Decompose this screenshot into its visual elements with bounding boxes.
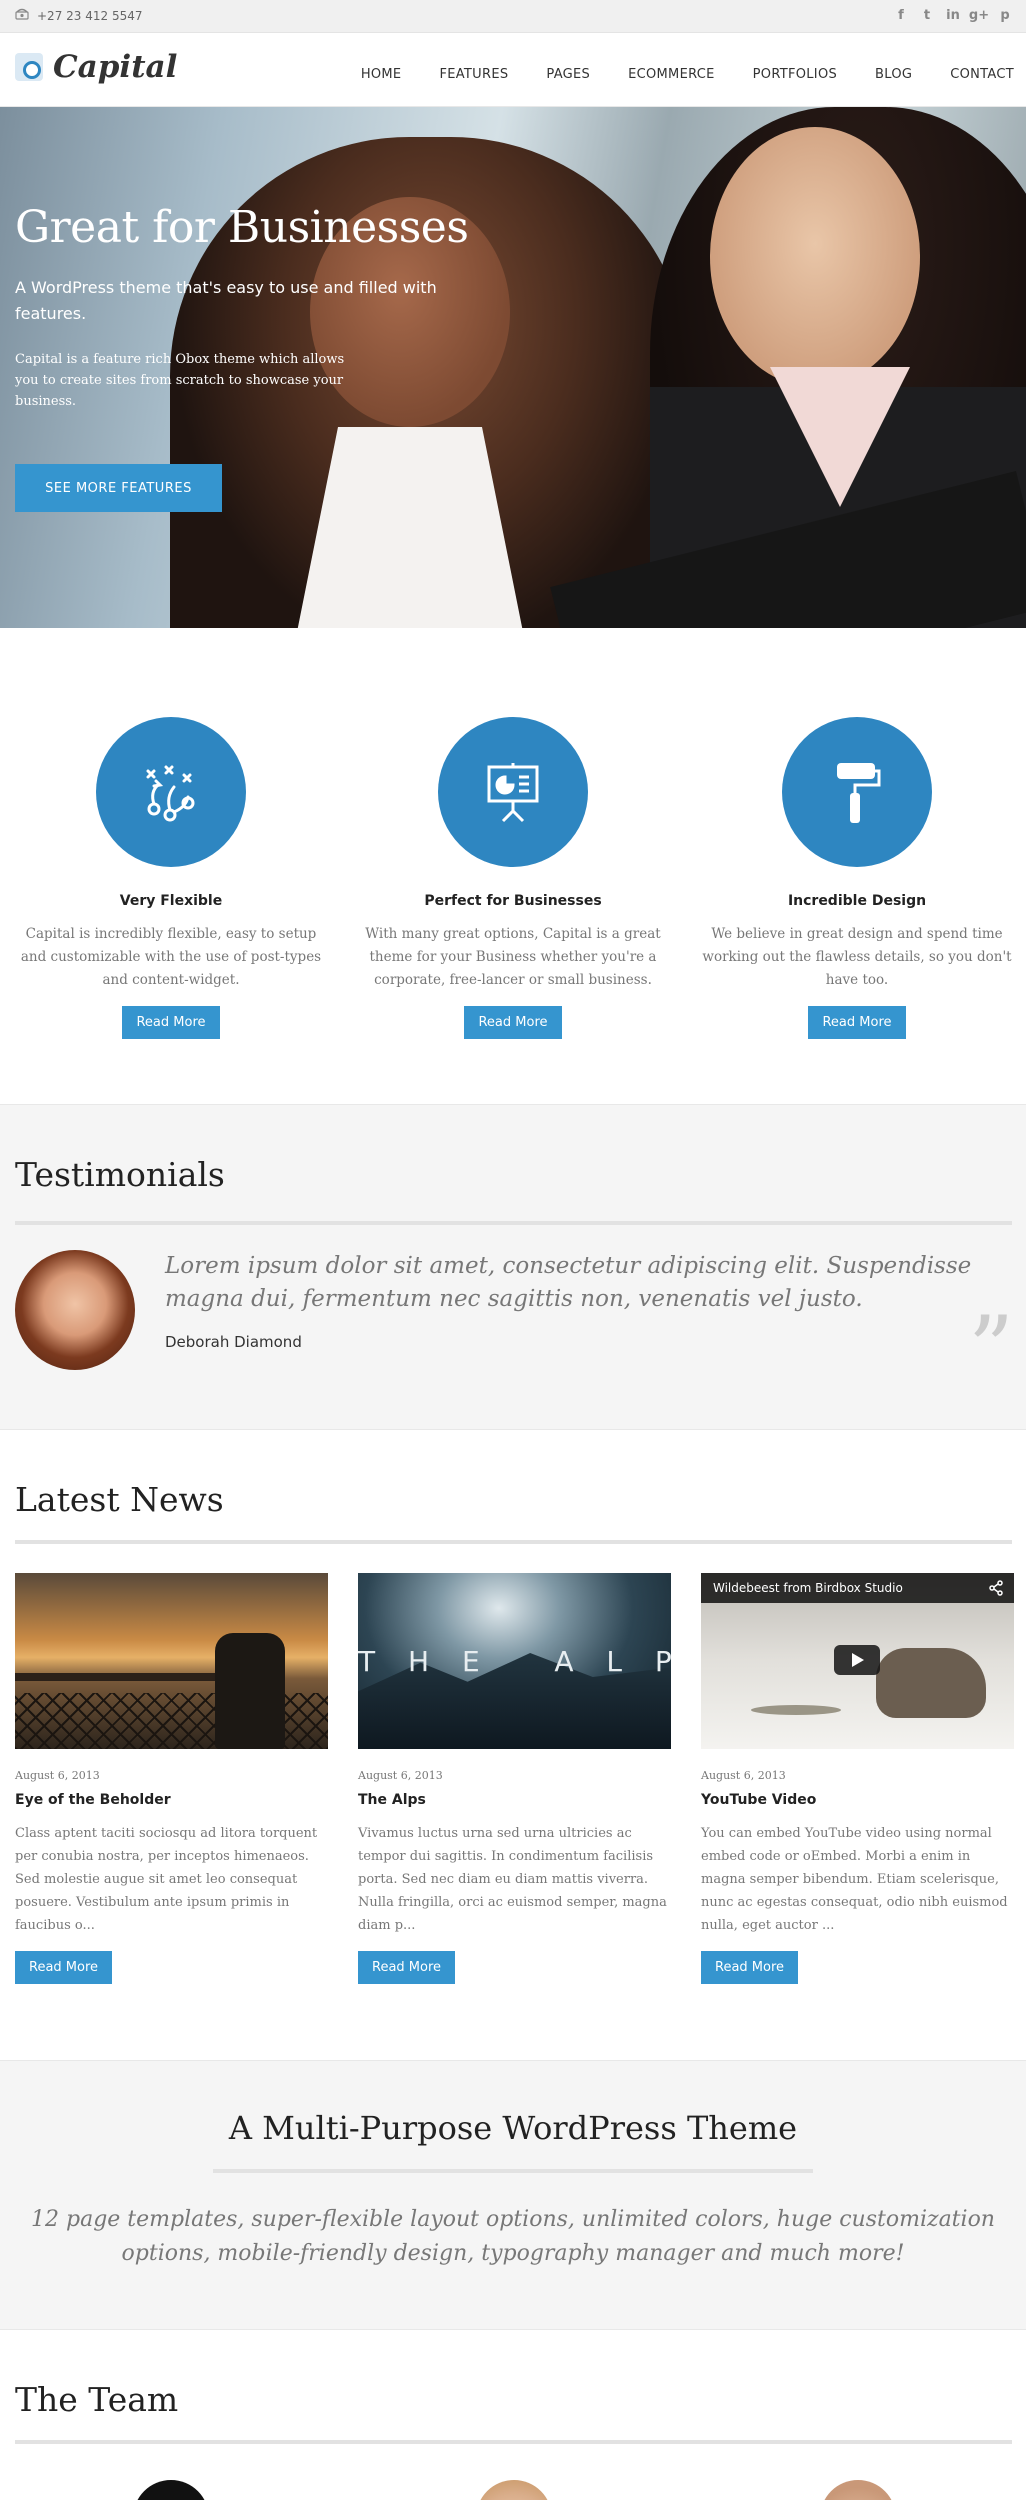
nav-ecommerce[interactable]: ECOMMERCE [628, 67, 715, 82]
post-thumbnail[interactable]: T H E A L P S [358, 1573, 671, 1749]
read-more-button[interactable]: Read More [15, 1951, 113, 1984]
nav-pages[interactable]: PAGES [546, 67, 590, 82]
section-text: 12 page templates, super-flexible layout… [31, 2207, 995, 2266]
section-title: A Multi-Purpose WordPress Theme [228, 2109, 798, 2147]
quote-mark-icon: ” [967, 1297, 1014, 1402]
section-divider [15, 1221, 1012, 1225]
phone-icon [15, 8, 29, 23]
post-excerpt: Vivamus luctus urna sed urna ultricies a… [358, 1826, 667, 1933]
post-excerpt: Class aptent taciti sociosqu ad litora t… [15, 1826, 318, 1933]
hero-title: Great for Businesses [15, 202, 469, 253]
section-divider [15, 2440, 1012, 2444]
post-title[interactable]: YouTube Video [701, 1792, 1014, 1808]
avatar [15, 1250, 135, 1370]
video-title[interactable]: Wildebeest from Birdbox Studio [713, 1581, 903, 1595]
logo-mark-icon [15, 53, 43, 81]
post-excerpt: You can embed YouTube video using normal… [701, 1826, 1008, 1933]
read-more-button[interactable]: Read More [464, 1006, 562, 1039]
nav-home[interactable]: HOME [361, 67, 402, 82]
section-title: The Team [15, 2380, 179, 2419]
feature-incredible-design: Incredible Design We believe in great de… [702, 717, 1012, 1039]
strategy-play-icon [96, 717, 246, 867]
post-image-caption: T H E A L P S [358, 1645, 671, 1678]
see-more-features-button[interactable]: SEE MORE FEATURES [15, 464, 222, 512]
news-post: Wildebeest from Birdbox Studio August 6,… [701, 1573, 1014, 1984]
feature-very-flexible: Very Flexible Capital is incredibly flex… [16, 717, 326, 1039]
pinterest-icon[interactable]: p [996, 6, 1014, 24]
latest-news-section: Latest News August 6, 2013 Eye of the Be… [0, 1430, 1026, 2060]
feature-title: Incredible Design [787, 893, 927, 909]
social-links: f t in g+ p [892, 6, 1014, 24]
feature-text: With many great options, Capital is a gr… [365, 926, 661, 988]
feature-title: Very Flexible [119, 893, 223, 909]
post-date: August 6, 2013 [15, 1769, 100, 1782]
testimonial-quote: Lorem ipsum dolor sit amet, consectetur … [165, 1253, 972, 1312]
presentation-board-icon [438, 717, 588, 867]
hero-description: Capital is a feature rich Obox theme whi… [15, 352, 345, 409]
nav-blog[interactable]: BLOG [875, 67, 912, 82]
feature-title: Perfect for Businesses [424, 893, 602, 909]
share-icon[interactable] [988, 1580, 1004, 1600]
testimonial-author: Deborah Diamond [165, 1333, 302, 1351]
feature-perfect-for-businesses: Perfect for Businesses With many great o… [358, 717, 668, 1039]
feature-text: We believe in great design and spend tim… [702, 926, 1012, 988]
site-header: Capital HOME FEATURES PAGES ECOMMERCE PO… [0, 33, 1026, 107]
paint-roller-icon [782, 717, 932, 867]
twitter-icon[interactable]: t [918, 6, 936, 24]
google-plus-icon[interactable]: g+ [969, 6, 989, 24]
nav-portfolios[interactable]: PORTFOLIOS [753, 67, 837, 82]
feature-text: Capital is incredibly flexible, easy to … [20, 926, 322, 988]
news-post: T H E A L P S August 6, 2013 The Alps Vi… [358, 1573, 671, 1984]
nav-contact[interactable]: CONTACT [950, 67, 1014, 82]
multi-purpose-section: A Multi-Purpose WordPress Theme 12 page … [0, 2060, 1026, 2330]
section-title: Latest News [15, 1480, 224, 1519]
read-more-button[interactable]: Read More [701, 1951, 799, 1984]
main-navigation: HOME FEATURES PAGES ECOMMERCE PORTFOLIOS… [361, 67, 1014, 82]
post-thumbnail[interactable] [15, 1573, 328, 1749]
post-title[interactable]: Eye of the Beholder [15, 1792, 328, 1808]
nav-features[interactable]: FEATURES [439, 67, 508, 82]
post-date: August 6, 2013 [358, 1769, 443, 1782]
section-title: Testimonials [15, 1155, 225, 1194]
hero-banner: Great for Businesses A WordPress theme t… [0, 107, 1026, 628]
hero-subtitle: A WordPress theme that's easy to use and… [15, 278, 437, 323]
top-bar: +27 23 412 5547 f t in g+ p [0, 0, 1026, 33]
team-section: The Team [0, 2330, 1026, 2500]
news-post: August 6, 2013 Eye of the Beholder Class… [15, 1573, 328, 1984]
read-more-button[interactable]: Read More [358, 1951, 456, 1984]
avatar [476, 2480, 552, 2500]
play-button[interactable] [834, 1645, 880, 1675]
facebook-icon[interactable]: f [892, 6, 910, 24]
hero-text: Great for Businesses A WordPress theme t… [15, 202, 495, 412]
read-more-button[interactable]: Read More [808, 1006, 906, 1039]
post-title[interactable]: The Alps [358, 1792, 671, 1808]
section-divider [213, 2169, 813, 2173]
read-more-button[interactable]: Read More [122, 1006, 220, 1039]
testimonials-section: Testimonials Lorem ipsum dolor sit amet,… [0, 1104, 1026, 1430]
site-logo[interactable]: Capital [15, 49, 177, 85]
features-section: Very Flexible Capital is incredibly flex… [0, 628, 1026, 1104]
avatar [820, 2480, 896, 2500]
video-embed[interactable]: Wildebeest from Birdbox Studio [701, 1573, 1014, 1749]
phone-number: +27 23 412 5547 [37, 8, 143, 23]
avatar [133, 2480, 209, 2500]
linkedin-icon[interactable]: in [944, 6, 962, 24]
phone-contact: +27 23 412 5547 [15, 8, 142, 23]
logo-text: Capital [53, 49, 178, 85]
post-date: August 6, 2013 [701, 1769, 786, 1782]
section-divider [15, 1540, 1012, 1544]
